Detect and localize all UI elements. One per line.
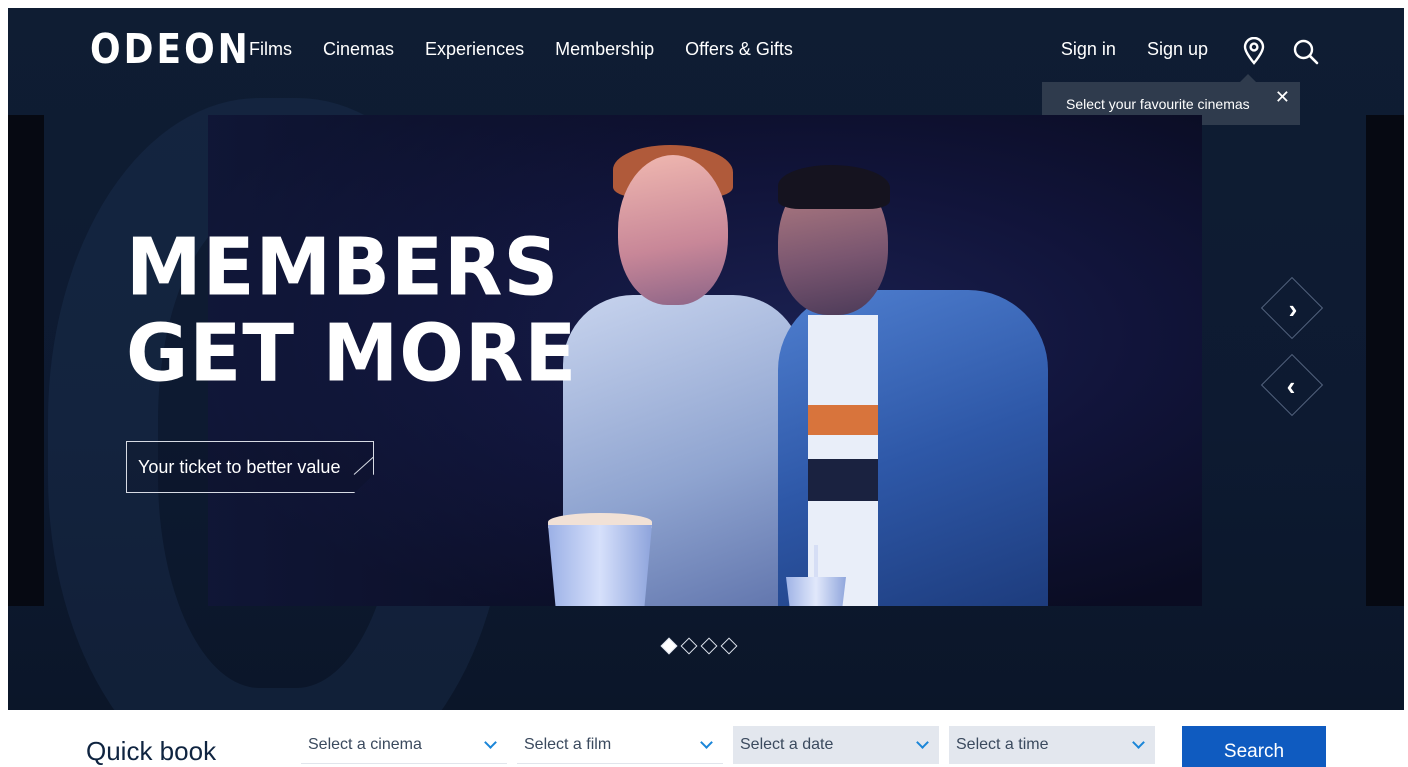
location-pin-icon[interactable] [1242, 37, 1266, 65]
odeon-logo[interactable]: ODEON [90, 26, 251, 73]
headline-line-1: MEMBERS [126, 219, 560, 314]
hero-photo-detail [618, 155, 728, 305]
quick-book-title: Quick book [86, 736, 217, 766]
nav-films[interactable]: Films [249, 39, 292, 60]
next-slide-peek [1366, 115, 1404, 606]
carousel-dots [660, 637, 738, 655]
sign-in-link[interactable]: Sign in [1061, 39, 1116, 60]
nav-membership[interactable]: Membership [555, 39, 654, 60]
chevron-down-icon [1132, 736, 1145, 749]
sign-up-link[interactable]: Sign up [1147, 39, 1208, 60]
chevron-down-icon [484, 736, 497, 749]
nav-offers-gifts[interactable]: Offers & Gifts [685, 39, 793, 60]
chevron-left-icon[interactable]: ‹ [1281, 371, 1301, 402]
drink-cup-image [786, 577, 846, 606]
hero-photo-detail [808, 315, 878, 606]
popcorn-bucket-image [548, 525, 652, 606]
drink-straw-image [814, 545, 818, 581]
carousel-dot-1[interactable] [660, 637, 678, 655]
cta-label: Your ticket to better value [138, 457, 341, 477]
close-icon[interactable]: ✕ [1275, 88, 1290, 106]
carousel-dot-4[interactable] [720, 637, 738, 655]
tooltip-text: Select your favourite cinemas [1066, 96, 1250, 112]
hero-headline: MEMBERS GET MORE [126, 219, 578, 400]
search-icon[interactable] [1292, 38, 1320, 66]
chevron-down-icon [916, 736, 929, 749]
search-button-label: Search [1223, 741, 1285, 762]
carousel-dot-2[interactable] [680, 637, 698, 655]
better-value-button[interactable]: Your ticket to better value [126, 441, 374, 493]
headline-line-2: GET MORE [126, 305, 578, 400]
date-select[interactable]: Select a date [733, 726, 939, 764]
chevron-right-icon[interactable]: › [1283, 294, 1303, 325]
carousel-dot-3[interactable] [700, 637, 718, 655]
time-select-label: Select a time [956, 736, 1049, 753]
time-select[interactable]: Select a time [949, 726, 1155, 764]
auth-links: Sign in Sign up [1030, 39, 1208, 60]
hero-frame: ODEON Films Cinemas Experiences Membersh… [8, 8, 1404, 710]
main-nav: Films Cinemas Experiences Membership Off… [249, 39, 824, 60]
previous-slide-peek [8, 115, 44, 606]
cinema-select[interactable]: Select a cinema [301, 726, 507, 764]
hero-photo-detail [778, 165, 890, 209]
film-select[interactable]: Select a film [517, 726, 723, 764]
quick-book-search-button[interactable]: Search [1182, 726, 1326, 767]
date-select-label: Select a date [740, 736, 834, 753]
chevron-down-icon [700, 736, 713, 749]
nav-cinemas[interactable]: Cinemas [323, 39, 394, 60]
cinema-select-label: Select a cinema [308, 736, 422, 753]
nav-experiences[interactable]: Experiences [425, 39, 524, 60]
film-select-label: Select a film [524, 736, 612, 753]
